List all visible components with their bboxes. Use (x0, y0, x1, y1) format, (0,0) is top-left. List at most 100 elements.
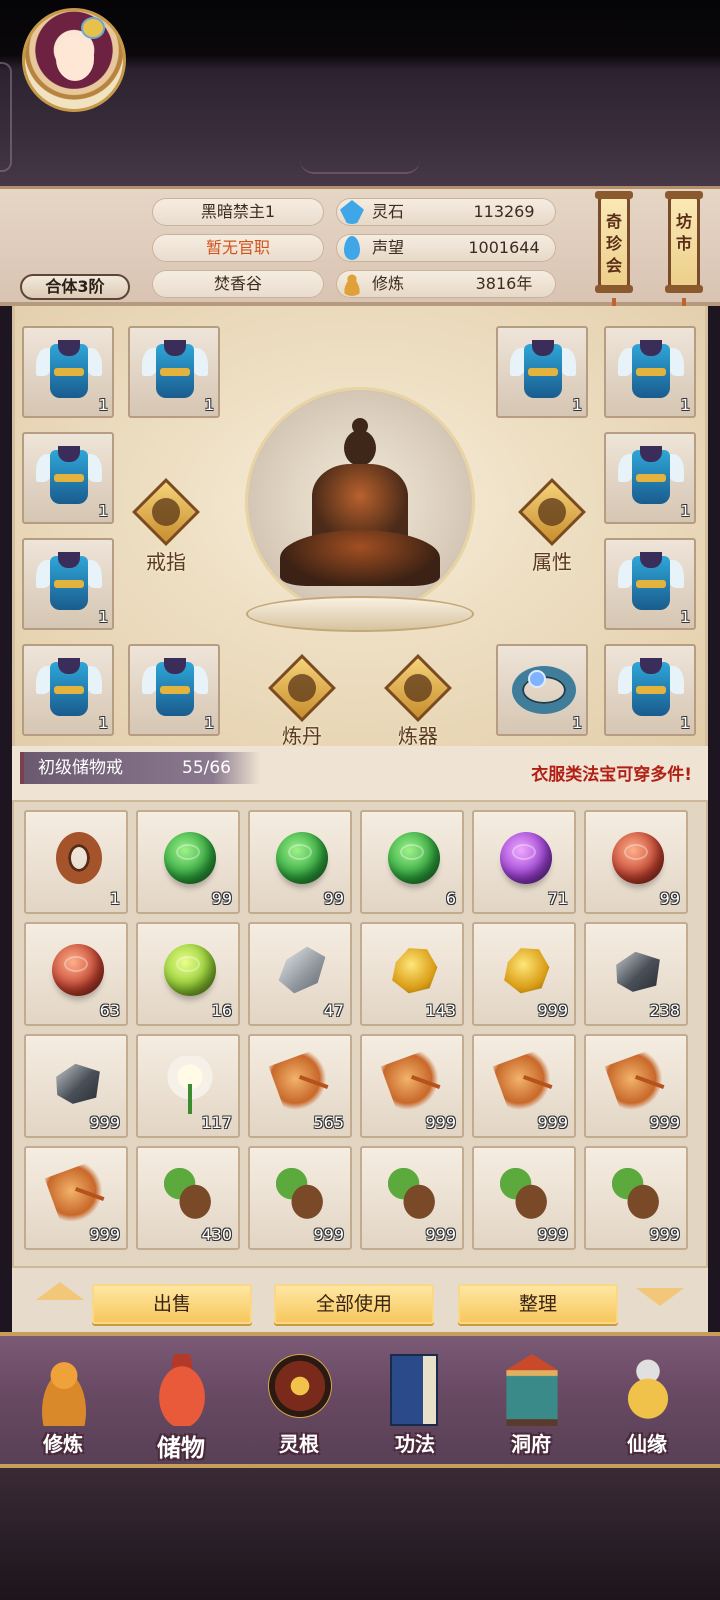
inventory-slot[interactable]: 238 (584, 922, 688, 1026)
pedestal (246, 596, 474, 632)
cave-abode-icon (506, 1354, 558, 1426)
forging-button[interactable]: 炼器 (380, 654, 456, 756)
inventory-slot[interactable]: 1 (24, 810, 128, 914)
equipment-slot[interactable]: 1 (496, 644, 588, 736)
orb-green-icon (164, 832, 216, 884)
inventory-slot[interactable]: 999 (584, 1034, 688, 1138)
nav-immortal-fate[interactable]: 仙缘 (592, 1344, 702, 1468)
inventory-slot[interactable]: 999 (24, 1146, 128, 1250)
attributes-button[interactable]: 属性 (514, 478, 590, 580)
nav-label: 修炼 (43, 1432, 83, 1456)
item-count: 999 (89, 1113, 120, 1132)
item-count: 565 (313, 1113, 344, 1132)
inventory-slot[interactable]: 143 (360, 922, 464, 1026)
item-count: 999 (425, 1113, 456, 1132)
item-count: 99 (323, 889, 344, 908)
inventory-action-bar: 出售 全部使用 整理 (12, 1268, 708, 1332)
nav-technique[interactable]: 功法 (360, 1344, 470, 1468)
inventory-slot[interactable]: 99 (248, 810, 352, 914)
inventory-slot[interactable]: 16 (136, 922, 240, 1026)
player-sect: 焚香谷 (152, 270, 324, 298)
nav-storage[interactable]: 储物 (126, 1344, 236, 1468)
equipment-slot[interactable]: 1 (22, 538, 114, 630)
equipment-slot[interactable]: 1 (22, 432, 114, 524)
ore-gold-icon (504, 948, 550, 994)
nav-cultivate[interactable]: 修炼 (8, 1344, 118, 1468)
root-icon (268, 1048, 336, 1116)
inventory-slot[interactable]: 117 (136, 1034, 240, 1138)
item-count: 999 (649, 1113, 680, 1132)
market-button[interactable]: 坊市 (665, 191, 703, 293)
orb-red-icon (52, 944, 104, 996)
treasure-auction-button[interactable]: 奇珍会 (595, 191, 633, 293)
herb-icon (276, 1168, 328, 1220)
player-name: 黑暗禁主1 (152, 198, 324, 226)
immortal-fate-icon (616, 1354, 680, 1426)
sell-button[interactable]: 出售 (92, 1284, 252, 1324)
equipment-slot[interactable]: 1 (604, 326, 696, 418)
inventory-slot[interactable]: 565 (248, 1034, 352, 1138)
realm-badge: 合体3阶 (20, 274, 130, 300)
orb-green-icon (276, 832, 328, 884)
inventory-slot[interactable]: 6 (360, 810, 464, 914)
page-up-arrow-icon[interactable] (36, 1282, 84, 1300)
item-count: 63 (99, 1001, 120, 1020)
side-drawer-handle[interactable] (0, 62, 12, 172)
cultivate-icon (32, 1354, 96, 1426)
item-count: 1 (98, 396, 108, 414)
inventory-slot[interactable]: 999 (472, 922, 576, 1026)
use-all-button[interactable]: 全部使用 (274, 1284, 434, 1324)
avatar-hair-ornament (81, 17, 105, 39)
item-count: 99 (659, 889, 680, 908)
inventory-slot[interactable]: 63 (24, 922, 128, 1026)
inventory-slot[interactable]: 99 (584, 810, 688, 914)
technique-book-icon (390, 1354, 438, 1426)
item-count: 6 (445, 889, 456, 908)
page-down-arrow-icon[interactable] (636, 1288, 684, 1306)
robe-icon (618, 656, 684, 720)
inventory-slot[interactable]: 47 (248, 922, 352, 1026)
player-avatar[interactable] (22, 8, 126, 112)
equipment-slot[interactable]: 1 (604, 644, 696, 736)
herb-icon (164, 1168, 216, 1220)
resource-value: 3816年 (475, 274, 533, 293)
inventory-slot[interactable]: 999 (472, 1034, 576, 1138)
robe-icon (36, 338, 102, 402)
inventory-slot[interactable]: 999 (472, 1146, 576, 1250)
nav-spirit-root[interactable]: 灵根 (244, 1344, 354, 1468)
ring-button-label: 戒指 (146, 550, 186, 574)
item-count: 1 (572, 714, 582, 732)
sort-button[interactable]: 整理 (458, 1284, 618, 1324)
equipment-slot[interactable]: 1 (604, 538, 696, 630)
item-count: 1 (109, 889, 120, 908)
item-count: 999 (649, 1225, 680, 1244)
silhouette-legs (280, 530, 440, 586)
inventory-slot[interactable]: 430 (136, 1146, 240, 1250)
equipment-slot[interactable]: 1 (22, 644, 114, 736)
equipment-slot[interactable]: 1 (128, 644, 220, 736)
character-silhouette (248, 390, 472, 614)
inventory-slot[interactable]: 999 (360, 1034, 464, 1138)
orb-lime-icon (164, 944, 216, 996)
herb-icon (612, 1168, 664, 1220)
storage-ring-tab[interactable]: 初级储物戒 55/66 (20, 752, 260, 784)
inventory-slot[interactable]: 999 (584, 1146, 688, 1250)
equipment-slot[interactable]: 1 (22, 326, 114, 418)
nav-cave-abode[interactable]: 洞府 (476, 1344, 586, 1468)
inventory-slot[interactable]: 999 (24, 1034, 128, 1138)
ring-button[interactable]: 戒指 (128, 478, 204, 580)
alchemy-button[interactable]: 炼丹 (264, 654, 340, 756)
storage-capacity: 55/66 (182, 758, 231, 778)
equipment-slot[interactable]: 1 (604, 432, 696, 524)
equipment-slot[interactable]: 1 (496, 326, 588, 418)
inventory-slot[interactable]: 999 (360, 1146, 464, 1250)
nav-label: 仙缘 (627, 1432, 667, 1456)
inventory-slot[interactable]: 99 (136, 810, 240, 914)
inventory-slot[interactable]: 999 (248, 1146, 352, 1250)
equipment-slot[interactable]: 1 (128, 326, 220, 418)
orb-purple-icon (500, 832, 552, 884)
root-icon (44, 1160, 112, 1228)
nav-label: 储物 (157, 1434, 205, 1462)
inventory-slot[interactable]: 71 (472, 810, 576, 914)
resource-label: 灵石 (372, 202, 405, 221)
